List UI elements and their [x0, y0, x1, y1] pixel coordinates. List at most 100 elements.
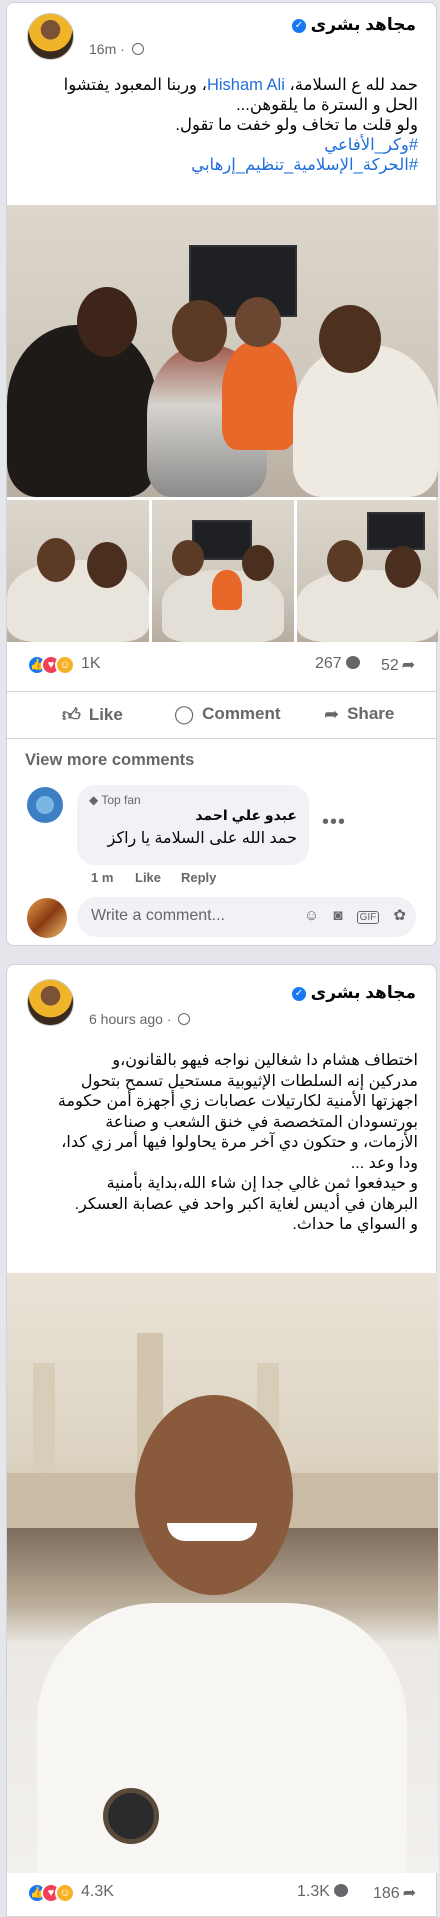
post-photo-main[interactable] [7, 205, 438, 497]
post-text-2: اختطاف هشام دا شغالين نواجه فيهو بالقانو… [21, 1051, 418, 1236]
author-name-2-text[interactable]: مجاهد بشرى [311, 983, 416, 1002]
timestamp-2-text[interactable]: 6 hours ago · [89, 1011, 172, 1027]
reaction-bar: 👍 ♥ ☺ 1K 267 52 ➦ [7, 649, 436, 683]
photo-head-child [235, 297, 281, 347]
diamond-icon: ◆ [89, 793, 99, 807]
photo-head-right [319, 305, 381, 373]
comment-time[interactable]: 1 m [91, 870, 113, 885]
post2-line: الأزمات، و حتكون دي آخر مرة يحاولوا فيها… [61, 1134, 418, 1151]
thumb1-head-a [37, 538, 75, 582]
post-card-2: مجاهد بشرى ✓ 6 hours ago · اختطاف هشام د… [6, 964, 438, 1917]
photo-head-middle [172, 300, 227, 362]
post2-line: اختطاف هشام دا شغالين نواجه فيهو بالقانو… [112, 1052, 418, 1069]
thumb2-child [212, 570, 242, 610]
comment-input-placeholder[interactable]: Write a comment... [91, 907, 225, 925]
post-text-line-1: حمد لله ع السلامة، Hisham Ali، وربنا الم… [21, 75, 418, 95]
share-button[interactable]: ➦ Share [324, 704, 394, 725]
care-reaction-icon: ☺ [55, 655, 75, 675]
care-reaction-icon: ☺ [55, 1883, 75, 1903]
commenter-avatar[interactable] [27, 787, 63, 823]
share-count-2-text[interactable]: 186 [373, 1885, 400, 1902]
comment-bubble-icon [345, 656, 360, 669]
top-fan-label: Top fan [101, 793, 141, 807]
photo-white-robe [37, 1603, 407, 1873]
post2-line: البرهان في أديس لغاية اكبر واحد في عصابة… [74, 1195, 418, 1213]
photo-person-left [7, 325, 157, 497]
post-timestamp-2[interactable]: 6 hours ago · [89, 1011, 191, 1027]
comment-bubble-icon [333, 1884, 348, 1897]
share-count-text[interactable]: 52 [381, 657, 399, 674]
comment-count-text[interactable]: 267 [315, 655, 342, 672]
thumb3-head-a [327, 540, 363, 582]
view-more-comments-link[interactable]: View more comments [25, 751, 194, 770]
post-photo-portrait[interactable] [7, 1273, 438, 1873]
post2-line: بورتسودان المتخصصة في خنق الشعب و صناعة [105, 1113, 418, 1131]
share-arrow-icon: ➦ [402, 1885, 417, 1902]
comment-button[interactable]: ◯ Comment [174, 704, 281, 725]
top-fan-badge: ◆ Top fan [89, 793, 297, 807]
photo-smile [167, 1523, 257, 1541]
post2-line: ودا وعد ... [350, 1154, 418, 1172]
post2-line: اجهزتها الأمنية لكارتيلات عصابات زي أجهز… [57, 1093, 418, 1110]
post-photo-thumb-2[interactable] [152, 500, 294, 642]
author-avatar-2[interactable] [27, 979, 74, 1026]
hashtag-link-2[interactable]: #الحركة_الإسلامية_تنظيم_إرهابي [21, 155, 418, 175]
thumb2-head-b [242, 545, 274, 581]
post-text-line-2: الحل و السترة ما يلقوهن... [236, 96, 418, 114]
sticker-icon[interactable]: ✿ [393, 907, 406, 924]
commenter-name[interactable]: عبدو علي احمد [89, 807, 297, 824]
thumbs-up-icon: 👍︎ [62, 705, 81, 725]
post-card-1: مجاهد بشرى ✓ 16m · حمد لله ع السلامة، Hi… [6, 2, 438, 946]
comment-composer[interactable]: Write a comment... ☺ ◙ GIF ✿ [77, 897, 416, 937]
thumb3-body [297, 570, 438, 642]
my-avatar[interactable] [27, 898, 67, 938]
globe-icon [131, 43, 144, 55]
comment-button-label: Comment [202, 704, 281, 723]
post2-line: مدركين إنه السلطات الإثيوبية مستحيل تسمح… [80, 1072, 418, 1090]
post-photo-thumb-1[interactable] [7, 500, 149, 642]
author-name-2[interactable]: مجاهد بشرى ✓ [288, 983, 416, 1003]
post2-line: و حيدفعوا ثمن غالي جدا إن شاء الله،بداية… [106, 1175, 418, 1192]
post-header: مجاهد بشرى ✓ 16m · [7, 3, 436, 63]
comment-count-2[interactable]: 1.3K [297, 1883, 348, 1901]
post-timestamp[interactable]: 16m · [89, 41, 144, 57]
comment-like-link[interactable]: Like [135, 870, 161, 885]
comment-count[interactable]: 267 [315, 655, 360, 673]
post-photo-thumb-3[interactable] [297, 500, 438, 642]
photo-child [222, 340, 297, 450]
like-button[interactable]: 👍︎ Like [62, 704, 123, 726]
like-button-label: Like [88, 705, 123, 724]
wristwatch-icon [103, 1788, 159, 1844]
comment-count-2-text[interactable]: 1.3K [297, 1883, 330, 1900]
mention-link[interactable]: Hisham Ali [207, 76, 285, 94]
comment-bubble: ◆ Top fan عبدو علي احمد حمد الله على الس… [77, 785, 309, 865]
verified-badge-icon: ✓ [291, 18, 306, 33]
share-arrow-icon: ➦ [401, 657, 416, 674]
camera-icon[interactable]: ◙ [333, 907, 342, 924]
post-text-line-3: ولو قلت ما تخاف ولو خفت ما تقول. [175, 116, 418, 134]
author-name[interactable]: مجاهد بشرى ✓ [288, 15, 416, 35]
post-header-2: مجاهد بشرى ✓ 6 hours ago · [7, 965, 436, 1027]
timestamp-text[interactable]: 16m · [89, 41, 125, 57]
share-count[interactable]: 52 ➦ [381, 655, 415, 675]
post-text: حمد لله ع السلامة، Hisham Ali، وربنا الم… [21, 75, 418, 175]
reaction-bar-2: 👍 ♥ ☺ 4.3K 1.3K 186 ➦ [7, 1877, 436, 1911]
thumb1-body [7, 560, 149, 642]
verified-badge-icon: ✓ [291, 986, 306, 1001]
hashtag-link-1[interactable]: #وكر_الأفاعي [21, 135, 418, 155]
action-bar: 👍︎ Like ◯ Comment ➦ Share [7, 691, 436, 739]
gif-icon[interactable]: GIF [356, 911, 380, 924]
comment-reply-link[interactable]: Reply [181, 870, 216, 885]
author-name-text[interactable]: مجاهد بشرى [311, 15, 416, 34]
share-count-2[interactable]: 186 ➦ [373, 1883, 416, 1903]
reaction-count[interactable]: 1K [81, 655, 101, 673]
composer-tools: ☺ ◙ GIF ✿ [294, 906, 406, 924]
reaction-count-2[interactable]: 4.3K [81, 1883, 114, 1901]
thumb3-tv [367, 512, 425, 550]
post2-line: و السواي ما حداث. [292, 1216, 418, 1233]
emoji-icon[interactable]: ☺ [304, 907, 319, 924]
post-text-line-1-content: حمد لله ع السلامة، Hisham Ali، وربنا الم… [63, 76, 418, 94]
comment-options-icon[interactable]: ••• [322, 811, 346, 834]
thumb3-head-b [385, 546, 421, 588]
author-avatar[interactable] [27, 13, 74, 60]
